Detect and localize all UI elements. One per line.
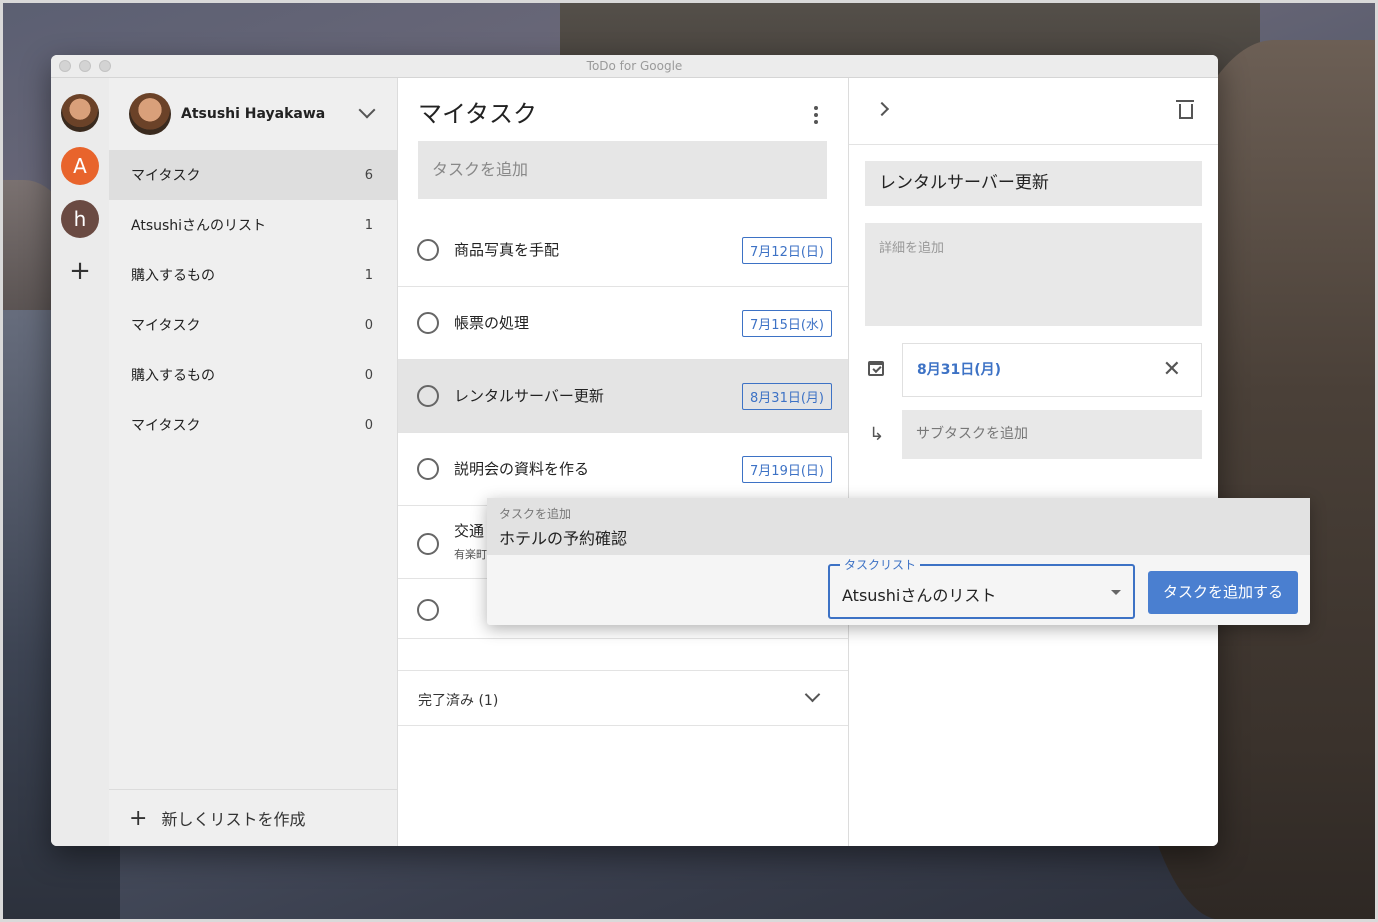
list-count: 0 — [364, 317, 373, 333]
account-avatar — [129, 93, 171, 135]
task-due-date: 8月31日(月) — [742, 383, 832, 410]
avatar-account-h[interactable]: h — [61, 200, 99, 238]
list-title: マイタスク — [418, 100, 538, 128]
task-list-value: Atsushiさんのリスト — [842, 586, 997, 605]
account-name: Atsushi Hayakawa — [181, 106, 326, 122]
chevron-down-icon — [358, 101, 376, 119]
task-pane-header: マイタスク — [398, 78, 848, 140]
avatar-photo[interactable] — [61, 94, 99, 132]
completed-label: 完了済み (1) — [418, 693, 499, 709]
due-date-value: 8月31日(月) — [917, 362, 1002, 378]
task-checkbox[interactable] — [417, 599, 439, 621]
delete-icon[interactable] — [1176, 100, 1194, 119]
task-due-date: 7月15日(水) — [742, 310, 832, 337]
dropdown-arrow-icon — [1111, 590, 1121, 595]
task-title: 帳票の処理 — [454, 314, 530, 332]
list-label: Atsushiさんのリスト — [131, 218, 267, 234]
list-label: マイタスク — [131, 418, 201, 434]
list-label: 購入するもの — [131, 268, 215, 284]
calendar-icon — [868, 361, 884, 376]
list-label: マイタスク — [131, 168, 201, 184]
task-checkbox[interactable] — [417, 239, 439, 261]
account-rail: A h + — [51, 78, 110, 846]
list-sidebar: Atsushi Hayakawa マイタスク 6 Atsushiさんのリスト 1… — [109, 78, 398, 846]
task-checkbox[interactable] — [417, 533, 439, 555]
list-count: 6 — [364, 167, 373, 183]
quick-add-value: ホテルの予約確認 — [499, 529, 628, 548]
quick-add-field[interactable]: タスクを追加 ホテルの予約確認 — [487, 498, 1310, 555]
task-checkbox[interactable] — [417, 385, 439, 407]
new-list-button[interactable]: + 新しくリストを作成 — [109, 789, 397, 846]
account-switcher[interactable]: Atsushi Hayakawa — [109, 78, 397, 150]
detail-header — [849, 78, 1218, 145]
app-window: ToDo for Google A h + Atsushi Hayakawa マ… — [51, 55, 1218, 846]
task-row-selected[interactable]: レンタルサーバー更新 8月31日(月) — [398, 360, 848, 433]
list-item[interactable]: マイタスク 0 — [109, 400, 397, 450]
clear-date-icon[interactable]: ✕ — [1163, 344, 1181, 396]
task-row[interactable]: 説明会の資料を作る 7月19日(日) — [398, 433, 848, 506]
list-item[interactable]: マイタスク 0 — [109, 300, 397, 350]
task-row[interactable]: 商品写真を手配 7月12日(日) — [398, 213, 848, 287]
task-title: 説明会の資料を作る — [454, 460, 590, 478]
task-pane: マイタスク タスクを追加 商品写真を手配 7月12日(日) 帳票の処理 7月15… — [398, 78, 849, 846]
add-task-button[interactable]: タスクを追加する — [1148, 571, 1298, 614]
due-date-field[interactable]: 8月31日(月) ✕ — [902, 343, 1202, 397]
task-subtitle: 有楽町 — [454, 548, 487, 561]
list-label: マイタスク — [131, 318, 201, 334]
new-list-label: 新しくリストを作成 — [161, 810, 306, 829]
quick-add-dialog: タスクを追加 ホテルの予約確認 タスクリスト Atsushiさんのリスト タスク… — [487, 498, 1310, 625]
list-count: 1 — [364, 267, 373, 283]
task-checkbox[interactable] — [417, 312, 439, 334]
list-count: 0 — [364, 417, 373, 433]
title-bar: ToDo for Google — [51, 55, 1218, 78]
task-notes-field[interactable]: 詳細を追加 — [865, 223, 1202, 326]
avatar-account-a[interactable]: A — [61, 147, 99, 185]
list-item[interactable]: マイタスク 6 — [109, 150, 397, 200]
minimize-window-button[interactable] — [79, 60, 91, 72]
task-title: 交通 — [454, 522, 485, 540]
more-options-icon[interactable] — [814, 106, 818, 127]
chevron-down-icon — [804, 686, 821, 703]
list-item[interactable]: Atsushiさんのリスト 1 — [109, 200, 397, 250]
plus-icon: + — [129, 805, 148, 831]
task-title-field[interactable]: レンタルサーバー更新 — [865, 161, 1202, 206]
add-account-button[interactable]: + — [67, 258, 93, 285]
list-label: 購入するもの — [131, 368, 215, 384]
task-due-date: 7月12日(日) — [742, 237, 832, 264]
task-title: 商品写真を手配 — [454, 241, 560, 259]
list-item[interactable]: 購入するもの 0 — [109, 350, 397, 400]
list-item[interactable]: 購入するもの 1 — [109, 250, 397, 300]
add-task-input[interactable]: タスクを追加 — [418, 141, 827, 199]
task-list-legend: タスクリスト — [840, 556, 921, 573]
chevron-right-icon[interactable] — [874, 101, 890, 117]
zoom-window-button[interactable] — [99, 60, 111, 72]
task-list-select[interactable]: タスクリスト Atsushiさんのリスト — [828, 556, 1135, 619]
window-controls — [59, 60, 111, 72]
window-title: ToDo for Google — [586, 59, 683, 73]
close-window-button[interactable] — [59, 60, 71, 72]
task-checkbox[interactable] — [417, 458, 439, 480]
completed-section[interactable]: 完了済み (1) — [398, 670, 848, 726]
quick-add-label: タスクを追加 — [499, 507, 572, 521]
list-count: 1 — [364, 217, 373, 233]
task-detail-pane: レンタルサーバー更新 詳細を追加 8月31日(月) ✕ ↳ サブタスクを追加 — [849, 78, 1218, 846]
list-count: 0 — [364, 367, 373, 383]
task-title: レンタルサーバー更新 — [454, 387, 604, 405]
add-subtask-input[interactable]: サブタスクを追加 — [902, 410, 1202, 459]
task-due-date: 7月19日(日) — [742, 456, 832, 483]
subtask-icon: ↳ — [869, 424, 885, 445]
task-row[interactable]: 帳票の処理 7月15日(水) — [398, 287, 848, 360]
